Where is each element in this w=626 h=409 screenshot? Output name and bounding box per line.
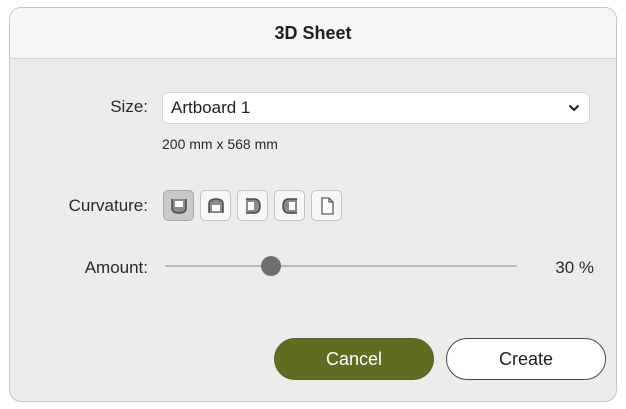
size-dimensions: 200 mm x 568 mm [162,136,278,152]
curve-top-icon [207,197,224,213]
curve-left-icon [281,197,297,214]
size-label: Size: [110,97,148,116]
curvature-option-right[interactable] [237,190,268,221]
curvature-options [163,190,342,221]
curvature-label: Curvature: [68,196,148,215]
dialog-title: 3D Sheet [274,22,352,43]
dialog-titlebar: 3D Sheet [10,8,616,59]
curvature-option-flat[interactable] [311,190,342,221]
curve-right-icon [245,197,261,214]
cancel-button[interactable]: Cancel [274,338,434,380]
amount-slider[interactable] [165,256,517,276]
size-select-value: Artboard 1 [171,98,251,117]
amount-value: 30 % [555,258,594,277]
size-select[interactable]: Artboard 1 [162,92,590,124]
amount-slider-thumb[interactable] [260,256,281,276]
curve-bottom-icon [170,198,187,214]
create-button[interactable]: Create [446,338,606,380]
curvature-option-bottom[interactable] [163,190,194,221]
amount-slider-track [165,265,517,267]
curvature-option-left[interactable] [274,190,305,221]
chevron-down-icon [569,105,579,111]
flat-page-icon [320,196,334,215]
curvature-option-top[interactable] [200,190,231,221]
amount-label: Amount: [84,258,148,277]
3d-sheet-dialog: 3D Sheet Size: Artboard 1 200 mm x 568 m… [9,7,617,402]
